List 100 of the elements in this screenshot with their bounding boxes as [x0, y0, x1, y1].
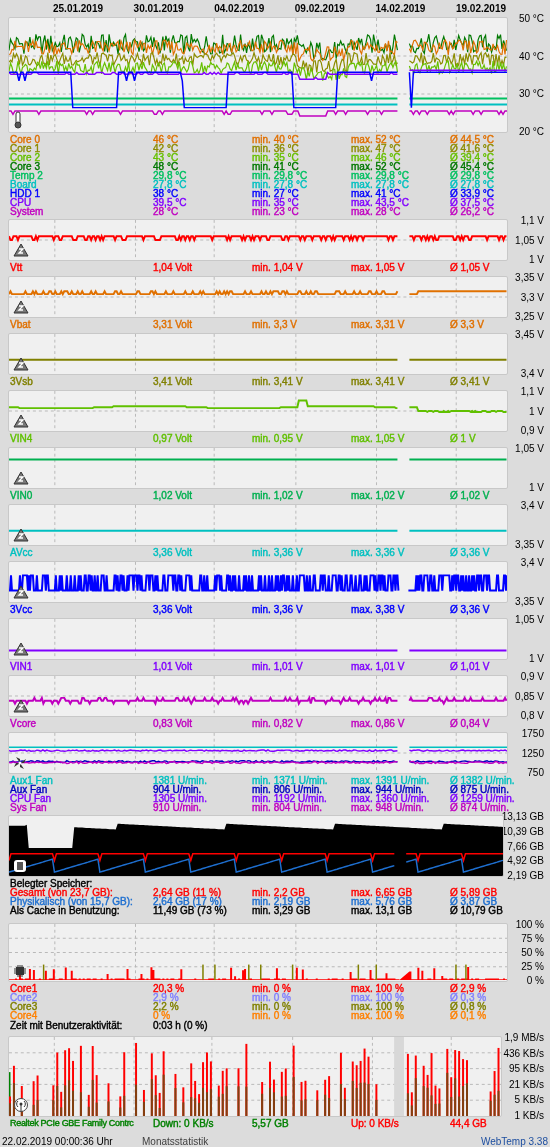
min-value: min. 29,8 °C	[252, 171, 309, 180]
axis-label: 1 V	[529, 254, 544, 265]
max-value: max. 52 °C	[351, 162, 401, 171]
upload-total: 44,4 GB	[450, 1119, 488, 1128]
current-value: 38 °C	[153, 189, 179, 198]
avg-value: Ø 37,5 °C	[450, 198, 496, 207]
axis-label: 13,13 GB	[501, 811, 544, 822]
usage-bar	[291, 964, 294, 981]
sensor-label: Core 2	[10, 153, 40, 162]
max-value: max. 3,31 V	[351, 320, 406, 329]
sensor-label: Core1	[10, 984, 38, 993]
fan-icon	[13, 756, 27, 770]
axis-label: 1 V	[529, 653, 544, 664]
avg-value: Ø 3,36 V	[450, 548, 491, 557]
sensor-label: 3Vcc	[10, 605, 33, 614]
avg-value: Ø 1,02 V	[450, 491, 491, 500]
sensor-label: VIN0	[10, 491, 33, 500]
min-value: min. 1,01 V	[252, 662, 304, 671]
min-value: min. 2,2 GB	[252, 888, 306, 897]
date-label: 25.01.2019	[53, 2, 105, 16]
current-value: 1,01 Volt	[153, 662, 193, 671]
min-value: min. 0,95 V	[252, 434, 304, 443]
avg-value: Ø 41,6 °C	[450, 144, 496, 153]
triangle-icon	[13, 528, 29, 542]
current-value: 3,36 Volt	[153, 605, 193, 614]
usage-bar	[42, 964, 45, 981]
sensor-label: Core4	[10, 1011, 38, 1020]
min-value: min. 35 °C	[252, 153, 300, 162]
axis-label: 3,35 V	[515, 272, 544, 283]
current-value: 1381 U/min.	[153, 776, 208, 785]
max-value: max. 100 %	[351, 984, 405, 993]
sensor-label: Gesamt (von 23,7 GB):	[10, 888, 113, 897]
axis-label: 436 KB/s	[503, 1047, 544, 1059]
download-total: 5,57 GB	[252, 1119, 290, 1128]
axis-label: 1,9 MB/s	[504, 1032, 544, 1043]
axis-label: 20 °C	[518, 125, 544, 137]
axis-label: 75 %	[521, 933, 544, 944]
min-value: min. 23 °C	[252, 207, 300, 216]
sensor-label: AVcc	[10, 548, 33, 557]
antenna-icon	[13, 1097, 29, 1113]
current-value: 2,9 %	[153, 993, 180, 1002]
current-value: 11,49 GB (73 %)	[153, 906, 228, 915]
min-value: min. 804 U/min.	[252, 803, 323, 812]
current-value: 1,04 Volt	[153, 263, 193, 272]
min-value: min. 1192 U/min.	[252, 794, 328, 803]
sensor-label: HDD 1	[10, 189, 40, 198]
current-value: 3,36 Volt	[153, 548, 193, 557]
max-value: max. 3,36 V	[351, 548, 406, 557]
current-value: 28 °C	[153, 207, 179, 216]
current-value: 42 °C	[153, 144, 180, 153]
current-value: 0 %	[153, 1011, 172, 1020]
min-value: min. 0 %	[252, 1011, 292, 1020]
current-value: 1,02 Volt	[153, 491, 193, 500]
avg-value: Ø 2,9 %	[450, 984, 488, 993]
current-value: 0,83 Volt	[153, 719, 193, 728]
max-value: max. 944 U/min.	[351, 785, 424, 794]
max-value: max. 41 °C	[351, 189, 401, 198]
avg-value: Ø 44,5 °C	[450, 135, 496, 144]
min-value: min. 1,02 V	[252, 491, 304, 500]
max-value: max. 1,05 V	[351, 434, 406, 443]
upload-rate: Up: 0 KB/s	[351, 1119, 400, 1128]
avg-value: Ø 5,89 GB	[450, 888, 499, 897]
current-value: 2,2 %	[153, 1002, 180, 1011]
axis-label: 0,9 V	[520, 425, 544, 436]
max-value: max. 29,8 °C	[351, 171, 410, 180]
sensor-label: Als Cache in Benutzung:	[10, 906, 120, 915]
sensor-label: Aux Fan	[10, 785, 48, 794]
axis-label: 1,1 V	[520, 386, 544, 397]
avg-value: Ø 0,84 V	[450, 719, 491, 728]
axis-label: 3,4 V	[520, 368, 544, 379]
avg-value: Ø 0,3 %	[450, 993, 488, 1002]
avg-value: Ø 45,4 °C	[450, 162, 496, 171]
version-link[interactable]: WebTemp 3.38	[480, 1133, 548, 1147]
max-value: max. 1,05 V	[351, 263, 406, 272]
max-value: max. 1,02 V	[351, 491, 406, 500]
max-value: max. 3,38 V	[351, 605, 406, 614]
axis-label: 100 %	[515, 919, 544, 930]
view-title: Monatsstatistik	[142, 1134, 209, 1147]
avg-value: Ø 3,87 GB	[450, 897, 498, 906]
avg-value: Ø 33,9 °C	[450, 189, 496, 198]
axis-label: 0,8 V	[520, 710, 544, 721]
sensor-label: Core3	[10, 1002, 38, 1011]
min-value: min. 3,36 V	[252, 605, 304, 614]
sensor-label: VIN4	[10, 434, 33, 443]
axis-label: 1 KB/s	[514, 1109, 544, 1121]
sensor-label: Temp 2	[10, 171, 43, 180]
current-value: 2,64 GB (17 %)	[153, 897, 222, 906]
date-label: 19.02.2019	[455, 2, 508, 16]
min-value: min. 3,29 GB	[252, 906, 312, 915]
max-value: max. 27,8 °C	[351, 180, 410, 189]
max-value: max. 43,5 °C	[351, 198, 410, 207]
axis-label: 1,1 V	[520, 215, 544, 226]
min-value: min. 36 °C	[252, 144, 300, 153]
current-value: 3,31 Volt	[153, 320, 193, 329]
avg-value: Ø 3,3 V	[450, 320, 485, 329]
thermometer-icon	[13, 111, 23, 129]
axis-label: 0,85 V	[515, 690, 544, 702]
max-value: max. 47 °C	[351, 144, 402, 153]
avg-value: Ø 27,8 °C	[450, 180, 496, 189]
max-value: max. 46 °C	[351, 153, 402, 162]
